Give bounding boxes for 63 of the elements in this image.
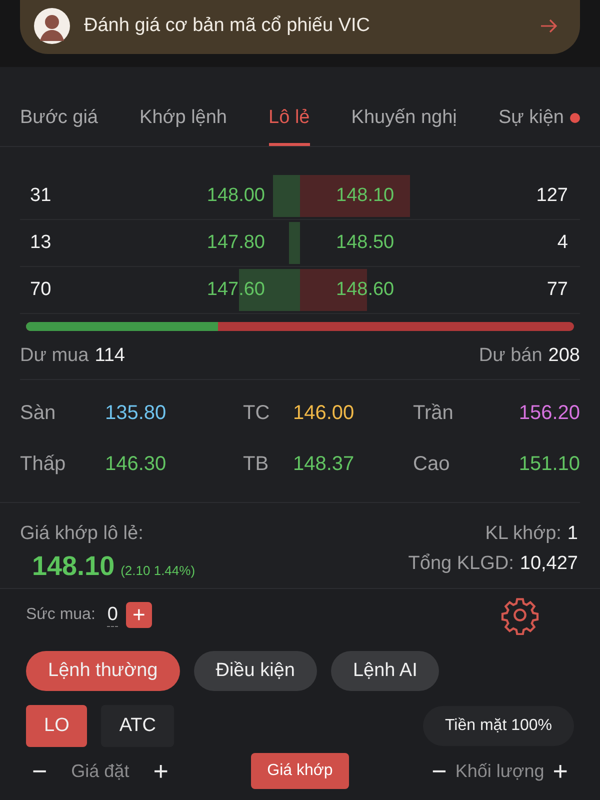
label: Dư mua — [20, 345, 89, 367]
value: 156.20 — [518, 402, 580, 425]
arrow-icon — [540, 19, 558, 33]
value: 135.80 — [105, 402, 168, 425]
label: Giá khớp lô lẻ: — [20, 523, 144, 545]
price-type-tab[interactable]: ATC — [101, 705, 174, 747]
minus-button[interactable]: − — [426, 756, 453, 786]
value: 0 — [107, 604, 118, 626]
price-input[interactable]: Giá đặt — [53, 760, 148, 782]
tab[interactable]: Lô lẻ — [268, 107, 310, 146]
order-type-tab[interactable]: Lệnh AI — [330, 651, 440, 691]
value: 208 — [548, 345, 580, 367]
avatar-icon — [34, 8, 70, 44]
ask-volume: 127 — [535, 185, 569, 207]
banner-link[interactable]: Đánh giá cơ bản mã cổ phiếu VIC — [20, 0, 580, 54]
ask-price: 148.60 — [336, 279, 396, 301]
price-change: (2.10 1.44%) — [120, 563, 196, 578]
tab[interactable]: Bước giá — [20, 107, 98, 146]
label: Sàn — [20, 402, 57, 425]
tab[interactable]: Sự kiện — [498, 107, 580, 146]
label: Tổng KLGD: — [408, 553, 514, 575]
plus-button[interactable]: + — [546, 756, 574, 786]
price-type-tab[interactable]: LO — [26, 705, 88, 747]
order-type-tab[interactable]: Lệnh thường — [26, 651, 180, 691]
label: Cao — [413, 453, 451, 476]
bid-depth-bar — [288, 222, 300, 264]
order-type-tab[interactable]: Điều kiện — [194, 651, 317, 691]
bid-volume: 31 — [29, 185, 52, 207]
ask-price: 148.10 — [336, 185, 396, 207]
ask-volume: 77 — [546, 279, 569, 301]
match-price-button[interactable]: Giá khớp — [251, 753, 349, 789]
tab[interactable]: Khuyến nghị — [351, 107, 457, 146]
label: Sức mua: — [26, 606, 96, 624]
bid-price: 147.80 — [206, 232, 265, 254]
label: Thấp — [20, 453, 67, 476]
label: KL khớp: — [485, 523, 562, 545]
cash-ratio-button[interactable]: Tiền mặt 100% — [422, 706, 574, 746]
value: 151.10 — [518, 453, 580, 476]
bid-volume: 70 — [29, 279, 52, 301]
add-button[interactable]: + — [126, 602, 152, 628]
value: 10,427 — [520, 553, 578, 575]
ask-price: 148.50 — [336, 232, 396, 254]
volume-input[interactable]: Khối lượng — [452, 760, 547, 782]
label: Trần — [413, 402, 454, 425]
bid-volume: 13 — [29, 232, 52, 254]
bid-price: 147.60 — [206, 279, 265, 301]
label: TB — [243, 453, 270, 476]
match-price: 148.10 — [32, 551, 115, 582]
minus-button[interactable]: − — [26, 756, 54, 786]
ask-volume: 4 — [556, 232, 569, 254]
bid-depth-bar — [273, 175, 300, 217]
tab[interactable]: Khớp lệnh — [140, 107, 227, 146]
value: 148.37 — [293, 453, 356, 476]
value: 146.00 — [293, 402, 356, 425]
label: TC — [243, 402, 271, 425]
value: 1 — [567, 523, 578, 545]
plus-button[interactable]: + — [147, 756, 174, 786]
label: Dư bán — [478, 345, 542, 367]
bid-price: 148.00 — [206, 185, 265, 207]
value: 114 — [94, 345, 125, 367]
banner-text: Đánh giá cơ bản mã cổ phiếu VIC — [84, 15, 372, 37]
value: 146.30 — [105, 453, 168, 476]
settings-icon[interactable] — [500, 595, 540, 635]
